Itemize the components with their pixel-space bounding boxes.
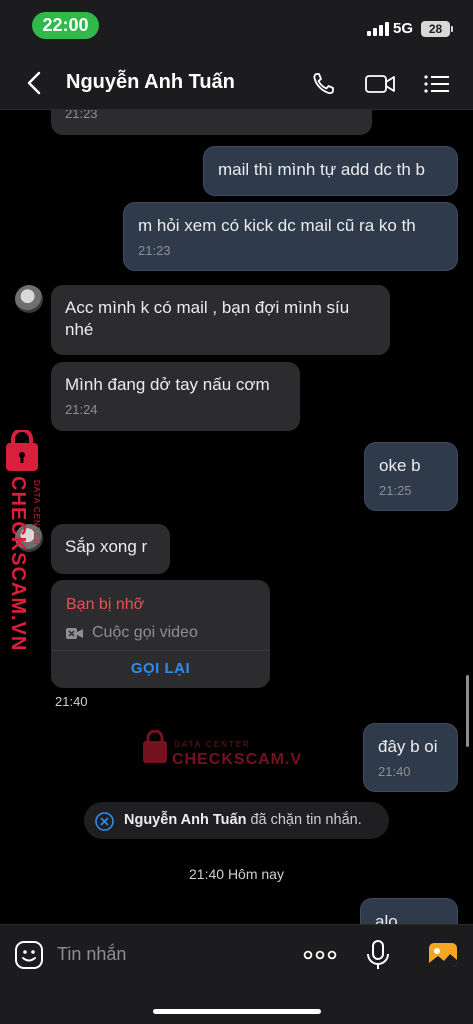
more-options-icon[interactable] [302, 939, 338, 971]
message-bubble-incoming[interactable]: 21:23 [51, 110, 372, 135]
status-bar: 22:00 5G 28 [0, 0, 473, 56]
status-time: 22:00 [32, 12, 99, 39]
network-type: 5G [393, 20, 414, 37]
svg-text:CHECKSCAM.VN: CHECKSCAM.VN [172, 751, 300, 768]
message-bubble-incoming[interactable]: Mình đang dở tay nấu cơm 21:24 [51, 362, 300, 431]
checkscam-watermark-logo: CHECKSCAM.VN DATA CENTER [6, 430, 41, 650]
message-text: Sắp xong r [65, 537, 148, 556]
avatar[interactable] [15, 285, 43, 313]
missed-call-card[interactable]: Bạn bị nhỡ Cuộc gọi video GỌI LẠI [51, 580, 270, 688]
blocked-notice: Nguyễn Anh Tuấn đã chặn tin nhắn. [84, 802, 389, 839]
svg-text:DATA CENTER: DATA CENTER [174, 740, 251, 749]
message-text: Mình đang dở tay nấu cơm [65, 375, 270, 394]
call-back-button[interactable]: GỌI LẠI [51, 660, 270, 677]
message-time: 21:25 [379, 483, 412, 498]
message-input[interactable]: Tin nhắn [57, 944, 126, 965]
checkscam-watermark-logo-center: DATA CENTER CHECKSCAM.VN [143, 730, 300, 768]
message-bubble-outgoing[interactable]: m hỏi xem có kick dc mail cũ ra ko th 21… [123, 202, 458, 271]
message-text: mail thì mình tự add dc th b [218, 160, 425, 179]
missed-call-title: Bạn bị nhỡ [66, 596, 145, 613]
message-bubble-incoming[interactable]: Sắp xong r [51, 524, 170, 574]
image-gallery-icon[interactable] [427, 939, 459, 971]
message-text: oke b [379, 456, 421, 475]
blocked-notice-text: đã chặn tin nhắn. [246, 812, 362, 828]
date-separator: 21:40 Hôm nay [189, 866, 284, 882]
message-time: 21:24 [65, 402, 98, 417]
chat-header: Nguyễn Anh Tuấn [0, 56, 473, 110]
phone-call-icon[interactable] [310, 70, 340, 98]
message-text: đây b oi [378, 737, 438, 756]
back-chevron-icon[interactable] [22, 70, 48, 96]
message-text: m hỏi xem có kick dc mail cũ ra ko th [138, 216, 416, 235]
blocked-notice-name: Nguyễn Anh Tuấn [124, 812, 247, 828]
scrollbar[interactable] [466, 675, 469, 747]
message-list[interactable]: 21:23 mail thì mình tự add dc th b m hỏi… [0, 110, 473, 924]
battery-icon: 28 [421, 21, 453, 37]
message-bubble-outgoing[interactable]: oke b 21:25 [364, 442, 458, 511]
message-bubble-outgoing[interactable]: alo [360, 898, 458, 924]
chat-blocked-icon [95, 812, 114, 831]
svg-text:CHECKSCAM.VN: CHECKSCAM.VN [7, 476, 29, 650]
video-camera-icon [66, 628, 83, 639]
message-time: 21:23 [65, 110, 98, 121]
message-text: alo [375, 912, 398, 924]
contact-name[interactable]: Nguyễn Anh Tuấn [66, 71, 235, 94]
sticker-emoji-icon[interactable] [13, 939, 45, 971]
menu-list-icon[interactable] [422, 70, 452, 98]
home-indicator[interactable] [153, 1009, 321, 1014]
message-time: 21:40 [378, 764, 411, 779]
message-time: 21:23 [138, 243, 171, 258]
message-bubble-outgoing[interactable]: mail thì mình tự add dc th b [203, 146, 458, 196]
cellular-signal-icon [367, 22, 389, 36]
message-time: 21:40 [55, 694, 88, 709]
message-bubble-incoming[interactable]: Acc mình k có mail , bạn đợi mình síu nh… [51, 285, 390, 355]
missed-call-subtitle: Cuộc gọi video [92, 624, 198, 641]
divider [51, 650, 270, 651]
message-bubble-outgoing[interactable]: đây b oi 21:40 [363, 723, 458, 792]
message-text: Acc mình k có mail , bạn đợi mình síu nh… [65, 298, 350, 339]
svg-text:DATA CENTER: DATA CENTER [32, 480, 41, 546]
video-call-icon[interactable] [364, 70, 396, 98]
microphone-icon[interactable] [362, 939, 394, 971]
